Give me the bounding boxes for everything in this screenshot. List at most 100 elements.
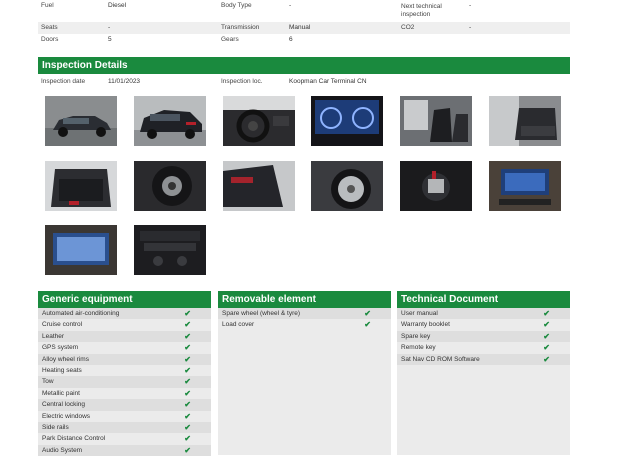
equipment-item: Heating seats ✔ — [38, 365, 211, 376]
tail-light-photo[interactable] — [223, 161, 295, 211]
check-icon: ✔ — [543, 331, 550, 341]
equipment-item: Cruise control ✔ — [38, 319, 211, 330]
dashboard-console-photo[interactable] — [134, 225, 206, 275]
equipment-item: Spare wheel (wheel & tyre) ✔ — [218, 308, 391, 320]
equipment-item: GPS system ✔ — [38, 342, 211, 353]
inspection-location-label: Inspection loc. — [221, 78, 263, 85]
check-icon: ✔ — [184, 343, 191, 353]
equipment-item: Remote key ✔ — [397, 342, 570, 353]
removable-element-panel: Removable element Spare wheel (wheel & t… — [218, 291, 391, 455]
check-icon: ✔ — [543, 320, 550, 330]
equipment-item-label: Warranty booklet — [401, 321, 450, 329]
generic-equipment-header: Generic equipment — [38, 291, 211, 308]
equipment-item-label: Park Distance Control — [42, 435, 106, 443]
check-icon: ✔ — [184, 320, 191, 330]
check-icon: ✔ — [184, 445, 191, 455]
equipment-item: Central locking ✔ — [38, 399, 211, 411]
spec-row: Fuel Diesel Body Type - Next technical i… — [38, 0, 570, 22]
technical-document-header: Technical Document — [397, 291, 570, 308]
equipment-item-label: Central locking — [42, 401, 85, 409]
spec-label: Next technical inspection — [401, 3, 442, 18]
check-icon: ✔ — [543, 309, 550, 318]
spec-label: CO2 — [401, 24, 415, 31]
check-icon: ✔ — [184, 411, 191, 421]
spec-value: - — [108, 24, 111, 31]
spec-label: Seats — [41, 24, 58, 31]
spec-label: Fuel — [41, 2, 54, 9]
equipment-item: Load cover ✔ — [218, 319, 391, 330]
equipment-item: Leather ✔ — [38, 330, 211, 343]
equipment-item-label: Audio System — [42, 446, 83, 454]
car-front-photo[interactable] — [45, 96, 117, 146]
equipment-item-label: Electric windows — [42, 412, 91, 420]
equipment-item-label: Metallic paint — [42, 389, 80, 397]
equipment-item-label: GPS system — [42, 344, 79, 352]
car-rear-photo[interactable] — [134, 96, 206, 146]
spec-label: Gears — [221, 36, 239, 43]
equipment-item-label: Sat Nav CD ROM Software — [401, 355, 480, 363]
equipment-item-label: Load cover — [222, 321, 255, 329]
technical-document-panel: Technical Document User manual ✔ Warranty … — [397, 291, 570, 455]
vehicle-spec-table: Fuel Diesel Body Type - Next technical i… — [38, 0, 570, 46]
check-icon: ✔ — [364, 309, 371, 318]
instrument-cluster-photo[interactable] — [311, 96, 383, 146]
check-icon: ✔ — [184, 400, 191, 410]
equipment-item: Audio System ✔ — [38, 444, 211, 457]
trunk-tools-photo[interactable] — [400, 161, 472, 211]
rear-seats-photo[interactable] — [489, 96, 561, 146]
spec-value: - — [289, 2, 292, 9]
open-trunk-photo[interactable] — [45, 161, 117, 211]
spare-wheel-photo[interactable] — [134, 161, 206, 211]
check-icon: ✔ — [184, 365, 191, 375]
spec-value: Manual — [289, 24, 311, 31]
check-icon: ✔ — [184, 422, 191, 432]
equipment-item: Alloy wheel rims ✔ — [38, 353, 211, 365]
front-seats-photo[interactable] — [400, 96, 472, 146]
spec-label: Doors — [41, 36, 59, 43]
spec-row: Doors 5 Gears 6 — [38, 34, 570, 46]
equipment-item: Electric windows ✔ — [38, 411, 211, 422]
spec-row: Seats - Transmission Manual CO2 - — [38, 22, 570, 34]
infotainment-screen-photo[interactable] — [489, 161, 561, 211]
equipment-item: Side rails ✔ — [38, 421, 211, 434]
check-icon: ✔ — [184, 434, 191, 444]
spec-value: Diesel — [108, 2, 127, 9]
equipment-item: Spare key ✔ — [397, 330, 570, 343]
check-icon: ✔ — [184, 309, 191, 318]
inspection-date-label: Inspection date — [41, 78, 86, 85]
generic-equipment-panel: Generic equipment Automated air-conditio… — [38, 291, 211, 457]
equipment-item-label: Remote key — [401, 344, 436, 352]
check-icon: ✔ — [543, 343, 550, 353]
equipment-item-label: Automated air-conditioning — [42, 310, 120, 317]
equipment-item: Warranty booklet ✔ — [397, 319, 570, 330]
equipment-item-label: Spare key — [401, 332, 431, 340]
equipment-item: Park Distance Control ✔ — [38, 433, 211, 444]
spec-label: Transmission — [221, 24, 260, 31]
inspection-location-value: Koopman Car Terminal CN — [289, 78, 367, 85]
check-icon: ✔ — [184, 354, 191, 364]
equipment-item-label: Spare wheel (wheel & tyre) — [222, 310, 301, 317]
equipment-item-label: Tow — [42, 378, 54, 386]
check-icon: ✔ — [543, 354, 550, 364]
check-icon: ✔ — [364, 320, 371, 330]
check-icon: ✔ — [184, 388, 191, 398]
spec-value: 5 — [108, 36, 112, 43]
spec-value: 6 — [289, 36, 293, 43]
equipment-item-label: Heating seats — [42, 366, 82, 374]
equipment-item: User manual ✔ — [397, 308, 570, 320]
inspection-details-header: Inspection Details — [38, 57, 570, 74]
inspection-info-row: Inspection date 11/01/2023 Inspection lo… — [38, 76, 570, 88]
equipment-item: Automated air-conditioning ✔ — [38, 308, 211, 320]
equipment-item-label: User manual — [401, 310, 438, 317]
spec-value: - — [469, 2, 472, 9]
spec-value: - — [469, 24, 472, 31]
equipment-item: Tow ✔ — [38, 376, 211, 388]
inspection-date-value: 11/01/2023 — [108, 78, 141, 85]
alloy-wheel-photo[interactable] — [311, 161, 383, 211]
equipment-item-label: Side rails — [42, 423, 69, 431]
navigation-screen-photo[interactable] — [45, 225, 117, 275]
check-icon: ✔ — [184, 331, 191, 341]
steering-wheel-photo[interactable] — [223, 96, 295, 146]
equipment-item-label: Cruise control — [42, 321, 83, 329]
removable-element-header: Removable element — [218, 291, 391, 308]
